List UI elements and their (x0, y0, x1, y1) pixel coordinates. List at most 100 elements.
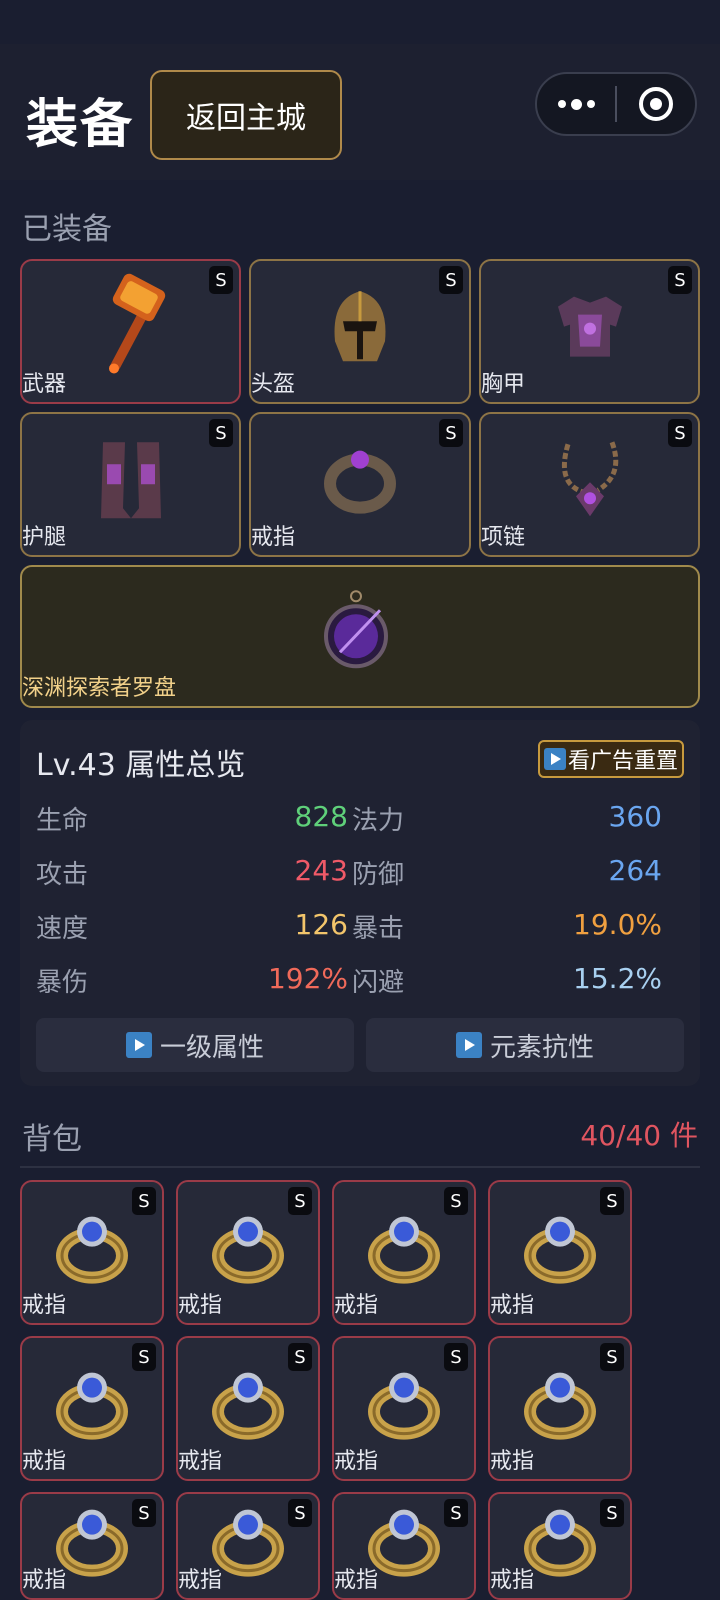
bag-item[interactable]: S 戒指 (488, 1492, 632, 1600)
leg-armor-icon (91, 434, 171, 528)
divider (20, 1166, 700, 1168)
equip-slot-compass[interactable]: 深渊探索者罗盘 (20, 565, 700, 708)
stat-value: 15.2% (573, 962, 662, 995)
item-label: 戒指 (490, 1449, 535, 1474)
ring-icon (208, 1207, 288, 1291)
grade-badge: S (132, 1499, 156, 1527)
more-icon[interactable] (537, 98, 615, 110)
equipped-section-title: 已装备 (22, 212, 112, 247)
equip-slot-ring[interactable]: S 戒指 (249, 412, 471, 557)
slot-label: 深渊探索者罗盘 (22, 676, 177, 701)
stat-value: 126 (294, 908, 348, 941)
ad-reset-button[interactable]: 看广告重置 (538, 740, 684, 778)
grade-badge: S (600, 1187, 624, 1215)
item-label: 戒指 (22, 1293, 67, 1318)
stat-value: 264 (608, 854, 662, 887)
stat-name: 攻击 (36, 860, 89, 890)
equip-slot-chest[interactable]: S 胸甲 (479, 259, 700, 404)
stat-name: 速度 (36, 914, 89, 944)
grade-badge: S (668, 266, 692, 294)
item-label: 戒指 (178, 1449, 223, 1474)
bag-item[interactable]: S 戒指 (176, 1180, 320, 1325)
back-to-city-button[interactable]: 返回主城 (150, 70, 342, 160)
grade-badge: S (444, 1343, 468, 1371)
play-icon (543, 748, 566, 770)
stats-title: Lv.43 属性总览 (36, 748, 246, 783)
grade-badge: S (444, 1499, 468, 1527)
slot-label: 头盔 (251, 372, 296, 397)
slot-label: 项链 (481, 525, 526, 550)
bag-item[interactable]: S 戒指 (332, 1336, 476, 1481)
bag-item[interactable]: S 戒指 (176, 1336, 320, 1481)
slot-label: 护腿 (22, 525, 67, 550)
bag-item[interactable]: S 戒指 (332, 1180, 476, 1325)
grade-badge: S (668, 419, 692, 447)
ring-icon (208, 1363, 288, 1447)
ring-icon (364, 1207, 444, 1291)
item-label: 戒指 (22, 1449, 67, 1474)
item-label: 戒指 (178, 1568, 223, 1593)
ring-icon (52, 1207, 132, 1291)
bag-item[interactable]: S 戒指 (20, 1180, 164, 1325)
grade-badge: S (209, 266, 233, 294)
stat-name: 防御 (352, 860, 405, 890)
play-icon (125, 1032, 152, 1058)
stat-value: 360 (608, 800, 662, 833)
grade-badge: S (209, 419, 233, 447)
helmet-icon (325, 281, 395, 375)
stat-name: 暴伤 (36, 968, 89, 998)
stat-value: 192% (267, 962, 348, 995)
necklace-icon (548, 434, 632, 528)
equip-slot-legs[interactable]: S 护腿 (20, 412, 241, 557)
grade-badge: S (288, 1499, 312, 1527)
ring-icon (52, 1363, 132, 1447)
status-bar (0, 0, 720, 44)
item-label: 戒指 (490, 1568, 535, 1593)
ring-icon (520, 1207, 600, 1291)
stat-value: 19.0% (573, 908, 662, 941)
stat-name: 法力 (352, 806, 405, 836)
element-resistance-label: 元素抗性 (489, 1032, 594, 1063)
stat-value: 828 (294, 800, 348, 833)
primary-attributes-label: 一级属性 (159, 1032, 264, 1063)
page-title: 装备 (26, 95, 135, 155)
item-label: 戒指 (334, 1568, 379, 1593)
element-resistance-button[interactable]: 元素抗性 (366, 1018, 684, 1072)
ring-icon (364, 1363, 444, 1447)
ad-reset-label: 看广告重置 (567, 749, 678, 774)
stat-name: 闪避 (352, 968, 405, 998)
stat-value: 243 (294, 854, 348, 887)
equip-slot-necklace[interactable]: S 项链 (479, 412, 700, 557)
stat-name: 生命 (36, 806, 89, 836)
slot-label: 胸甲 (481, 372, 526, 397)
stats-overview-panel: Lv.43 属性总览 看广告重置 生命 828 法力 360 攻击 243 防御… (20, 720, 700, 1086)
bag-item[interactable]: S 戒指 (488, 1180, 632, 1325)
equip-slot-helmet[interactable]: S 头盔 (249, 259, 471, 404)
primary-attributes-button[interactable]: 一级属性 (36, 1018, 354, 1072)
mini-program-capsule (535, 72, 697, 136)
grade-badge: S (600, 1499, 624, 1527)
bag-item[interactable]: S 戒指 (20, 1492, 164, 1600)
grade-badge: S (439, 419, 463, 447)
grade-badge: S (288, 1343, 312, 1371)
hammer-icon (86, 270, 176, 384)
bag-count: 40/40 件 (580, 1119, 698, 1152)
bag-section-title: 背包 (22, 1122, 82, 1157)
ring-icon (320, 439, 400, 523)
bag-item[interactable]: S 戒指 (176, 1492, 320, 1600)
top-header: 装备 返回主城 (0, 44, 720, 180)
ring-icon (520, 1363, 600, 1447)
grade-badge: S (132, 1187, 156, 1215)
bag-item[interactable]: S 戒指 (20, 1336, 164, 1481)
equip-slot-weapon[interactable]: S 武器 (20, 259, 241, 404)
close-target-icon[interactable] (617, 87, 695, 121)
item-label: 戒指 (334, 1449, 379, 1474)
stat-name: 暴击 (352, 914, 405, 944)
slot-label: 武器 (22, 372, 67, 397)
bag-item[interactable]: S 戒指 (332, 1492, 476, 1600)
bag-item[interactable]: S 戒指 (488, 1336, 632, 1481)
grade-badge: S (444, 1187, 468, 1215)
grade-badge: S (288, 1187, 312, 1215)
play-icon (455, 1032, 482, 1058)
grade-badge: S (132, 1343, 156, 1371)
